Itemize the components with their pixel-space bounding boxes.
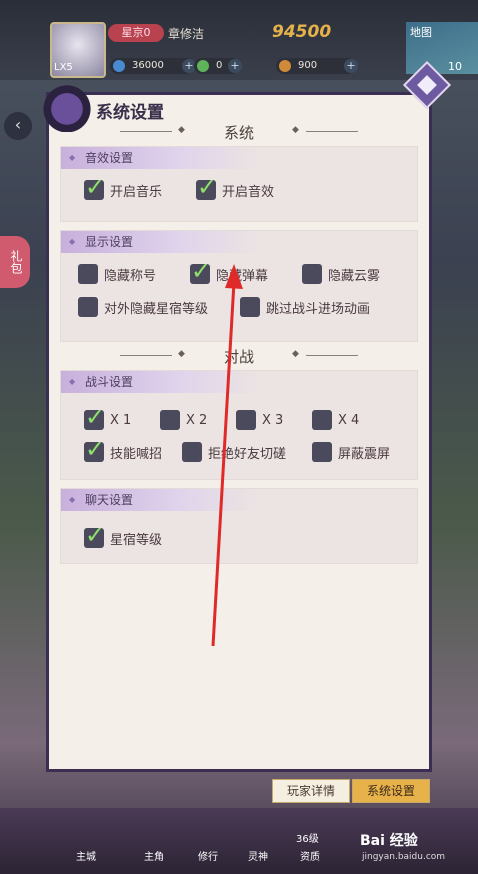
nav-main-city[interactable]: 主城 xyxy=(76,848,96,863)
nav-level-36[interactable]: 36级 xyxy=(296,830,319,845)
nav-aptitude[interactable]: 资质 xyxy=(300,848,320,863)
tab-system-settings[interactable]: 系统设置 xyxy=(352,779,430,803)
baidu-watermark-url: jingyan.baidu.com xyxy=(362,852,446,862)
nav-cultivation[interactable]: 修行 xyxy=(198,848,218,863)
nav-spirit[interactable]: 灵神 xyxy=(248,848,268,863)
red-arrow-annotation xyxy=(211,264,243,647)
tab-player-detail[interactable]: 玩家详情 xyxy=(272,779,350,803)
nav-hero[interactable]: 主角 xyxy=(144,848,164,863)
baidu-watermark: Bai 经验 xyxy=(360,833,418,849)
